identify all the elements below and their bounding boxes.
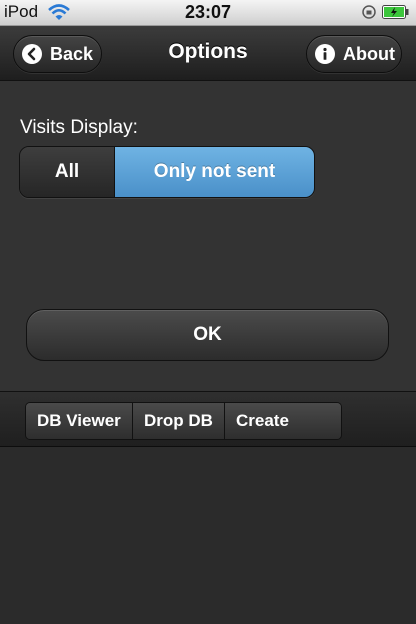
- segment-only-not-sent[interactable]: Only not sent: [115, 147, 314, 197]
- ok-button[interactable]: OK: [26, 309, 389, 361]
- battery-charging-icon: [382, 5, 409, 19]
- status-bar: iPod 23:07: [0, 0, 416, 26]
- options-content: Visits Display: All Only not sent OK: [0, 81, 416, 391]
- info-icon: [315, 44, 335, 64]
- toolbar-button-group: DB Viewer Drop DB Create Data: [25, 402, 342, 440]
- empty-area: [0, 447, 416, 624]
- visits-display-label: Visits Display:: [20, 117, 138, 138]
- segment-all[interactable]: All: [20, 147, 115, 197]
- create-data-button[interactable]: Create Data: [225, 403, 341, 439]
- footer-toolbar: DB Viewer Drop DB Create Data: [0, 391, 416, 447]
- db-viewer-button[interactable]: DB Viewer: [26, 403, 133, 439]
- lock-rotation-icon: [362, 5, 376, 19]
- clock: 23:07: [184, 2, 232, 22]
- header-bar: Back Options About: [0, 26, 416, 81]
- visits-display-segmented-control: All Only not sent: [19, 146, 315, 198]
- drop-db-button[interactable]: Drop DB: [133, 403, 225, 439]
- about-button[interactable]: About: [306, 35, 402, 73]
- about-label: About: [343, 44, 395, 64]
